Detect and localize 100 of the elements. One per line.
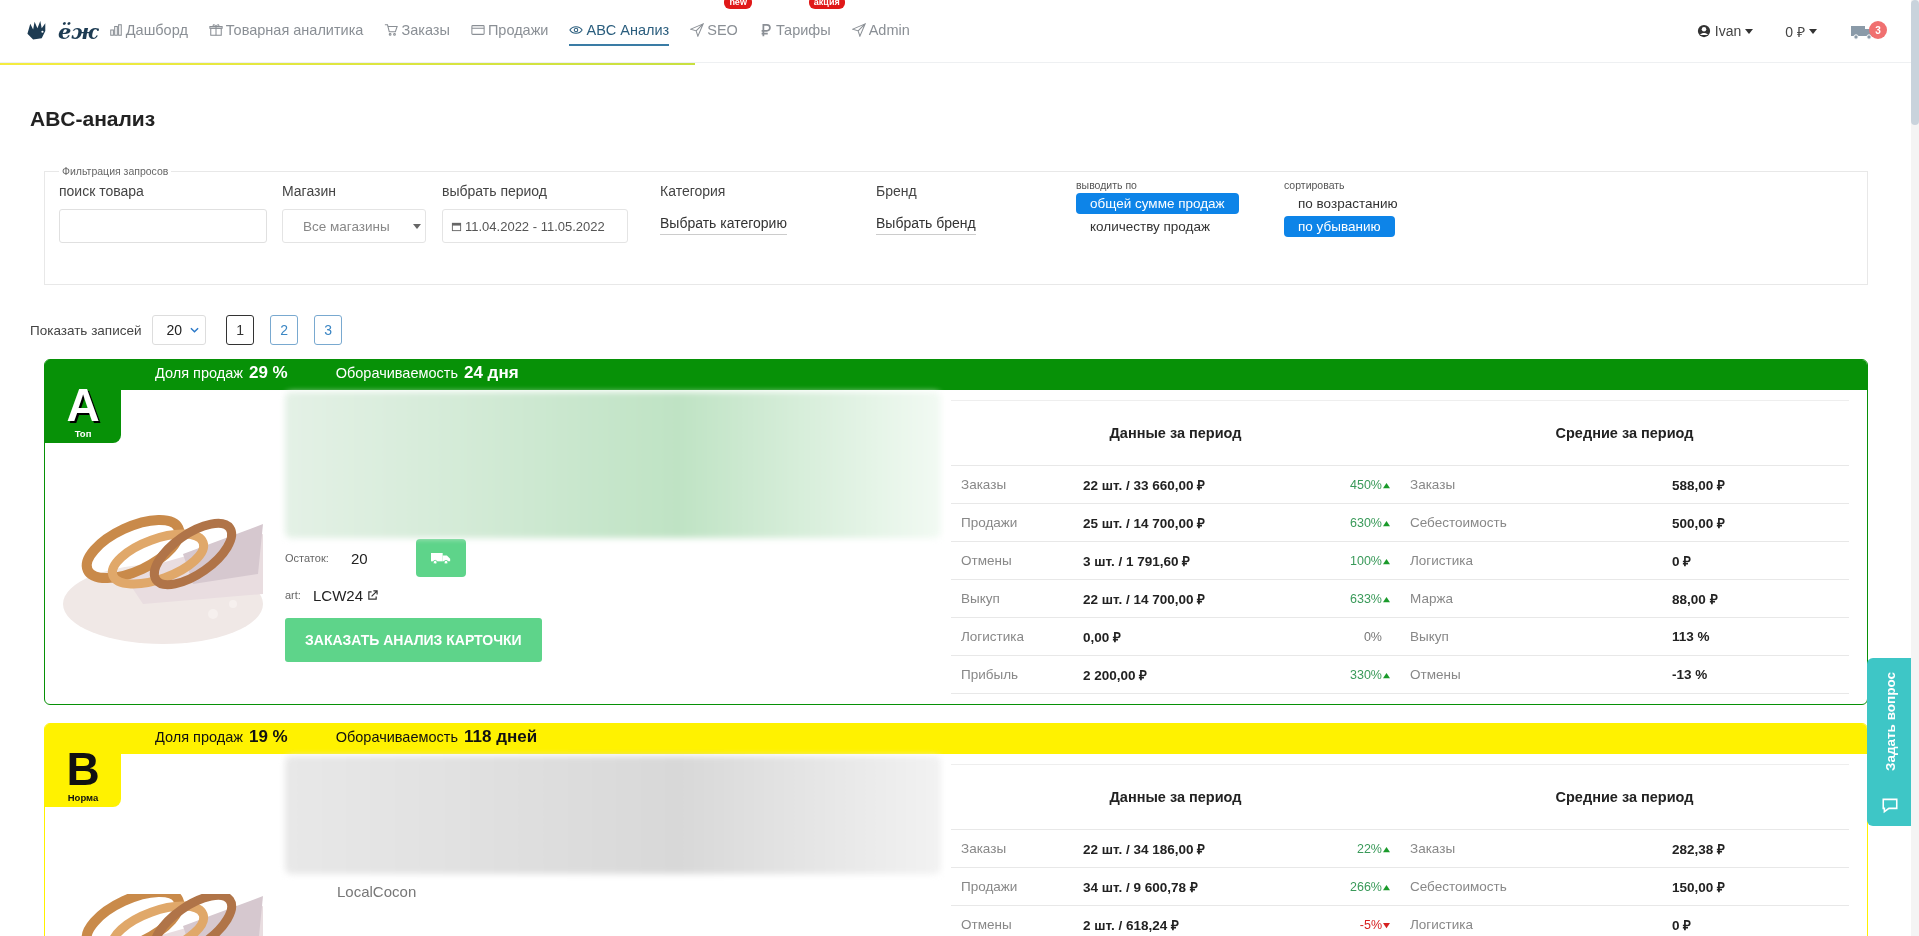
metric-label: Себестоимость — [1410, 515, 1507, 530]
metric-label: Продажи — [961, 515, 1018, 530]
page-title: ABC-анализ — [30, 107, 157, 131]
group-label: сортировать — [1284, 179, 1346, 191]
change-value: 630% — [1350, 516, 1390, 530]
down-triangle-icon — [1383, 921, 1390, 929]
field-label: выбрать период — [442, 183, 548, 199]
metric-label: Выкуп — [961, 591, 1000, 606]
up-triangle-icon — [1383, 671, 1390, 679]
nav-tab[interactable]: Товарная аналитика — [208, 14, 364, 46]
page-size-select[interactable]: 20 — [151, 315, 207, 345]
metric-value: 0,00 ₽ — [1083, 629, 1122, 645]
stat-label: Оборачиваемость — [335, 729, 458, 745]
ask-question-tab[interactable]: Задать вопрос — [1867, 658, 1913, 826]
metric-value: 88,00 ₽ — [1672, 591, 1718, 607]
group-label: выводить по — [1076, 179, 1138, 191]
cart-icon — [384, 23, 399, 37]
metric-value: 22 шт. / 14 700,00 ₽ — [1083, 591, 1206, 607]
nav-badge: акция — [808, 0, 845, 9]
nav-tab[interactable]: Дашборд — [108, 14, 188, 46]
brand-picker[interactable]: Выбрать бренд — [876, 209, 976, 235]
up-triangle-icon — [1383, 595, 1390, 603]
scrollbar-thumb[interactable] — [1911, 0, 1919, 125]
grade-letter: B — [66, 746, 100, 792]
paper-plane-icon — [851, 23, 866, 37]
gift-icon — [208, 23, 223, 37]
change-value: 330% — [1350, 668, 1390, 682]
table-title: Средние за период — [1555, 789, 1694, 805]
metric-value: 2 шт. / 618,24 ₽ — [1083, 917, 1179, 933]
change-value: 450% — [1350, 478, 1390, 492]
cart-count-badge: 3 — [1869, 21, 1887, 39]
stock-label: Остаток: — [285, 552, 330, 564]
store-select[interactable]: Все магазины — [282, 209, 426, 243]
nav-tab[interactable]: Admin — [851, 14, 910, 46]
metric-value: -13 % — [1672, 667, 1708, 682]
nav-tab[interactable]: Заказы — [384, 14, 450, 46]
caret-icon — [1745, 28, 1754, 34]
grade-caption: Топ — [74, 428, 92, 439]
metric-label: Продажи — [961, 879, 1018, 894]
metric-value: 282,38 ₽ — [1672, 841, 1726, 857]
up-triangle-icon — [1383, 845, 1390, 853]
page-size-label: Показать записей — [30, 322, 142, 338]
page-button[interactable]: 2 — [270, 315, 299, 345]
metric-label: Заказы — [961, 841, 1007, 856]
stat-value: 29 % — [248, 363, 288, 383]
up-triangle-icon — [1383, 519, 1390, 527]
caret-icon — [413, 223, 421, 229]
metric-value: 150,00 ₽ — [1672, 879, 1726, 895]
metric-value: 500,00 ₽ — [1672, 515, 1726, 531]
external-link-icon[interactable] — [367, 589, 379, 601]
nav-tab[interactable]: Тарифы — [758, 14, 831, 46]
metric-value: 25 шт. / 14 700,00 ₽ — [1083, 515, 1206, 531]
metric-label: Заказы — [1410, 477, 1456, 492]
option-toggle[interactable]: по убыванию — [1284, 216, 1395, 237]
grade-letter: A — [66, 382, 100, 428]
metric-value: 2 200,00 ₽ — [1083, 667, 1148, 683]
user-menu[interactable]: Ivan — [1696, 23, 1754, 39]
metric-value: 3 шт. / 1 791,60 ₽ — [1083, 553, 1191, 569]
change-value: 0% — [1363, 630, 1383, 644]
truck-icon — [431, 551, 451, 565]
stat-value: 24 дня — [464, 363, 519, 383]
metric-label: Заказы — [961, 477, 1007, 492]
page-button[interactable]: 1 — [226, 315, 255, 345]
metric-label: Логистика — [1410, 553, 1474, 568]
field-label: поиск товара — [59, 183, 145, 199]
stock-value: 20 — [351, 549, 369, 567]
calendar-icon — [451, 220, 462, 232]
caret-icon — [1809, 28, 1817, 34]
option-toggle[interactable]: по возрастанию — [1284, 193, 1412, 214]
article-label: art: — [285, 589, 302, 601]
date-range-field[interactable]: 11.04.2022 - 11.05.2022 — [442, 209, 628, 243]
metric-value: 22 шт. / 33 660,00 ₽ — [1083, 477, 1206, 493]
nav-tab[interactable]: SEO — [690, 14, 738, 46]
nav-tab[interactable]: ABC Анализ — [569, 14, 670, 46]
change-value: 633% — [1350, 592, 1390, 606]
up-triangle-icon — [1383, 557, 1390, 565]
option-toggle[interactable]: количеству продаж — [1076, 216, 1224, 237]
filter-legend: Фильтрация запросов — [59, 165, 172, 177]
stat-label: Доля продаж — [155, 365, 243, 381]
metric-label: Себестоимость — [1410, 879, 1507, 894]
article-link[interactable]: LCW24 — [313, 586, 364, 604]
search-field[interactable] — [59, 209, 267, 243]
change-value: -5% — [1359, 918, 1390, 932]
metric-label: Заказы — [1410, 841, 1456, 856]
metric-value: 588,00 ₽ — [1672, 477, 1726, 493]
chevron-down-icon — [190, 327, 200, 333]
balance-menu[interactable]: 0 ₽ — [1785, 21, 1817, 41]
paper-plane-icon — [690, 23, 705, 37]
stat-label: Оборачиваемость — [335, 365, 458, 381]
page-button[interactable]: 3 — [314, 315, 343, 345]
category-picker[interactable]: Выбрать категорию — [660, 209, 787, 235]
delivery-button[interactable] — [416, 539, 466, 577]
logo-text[interactable]: ёж — [58, 18, 99, 44]
stat-label: Доля продаж — [155, 729, 243, 745]
nav-tab[interactable]: Продажи — [470, 14, 549, 46]
option-toggle[interactable]: общей сумме продаж — [1076, 193, 1239, 214]
chat-icon — [1881, 796, 1899, 814]
nav-badge: new — [724, 0, 752, 9]
table-title: Данные за период — [1109, 425, 1242, 441]
metric-value: 0 ₽ — [1672, 917, 1692, 933]
